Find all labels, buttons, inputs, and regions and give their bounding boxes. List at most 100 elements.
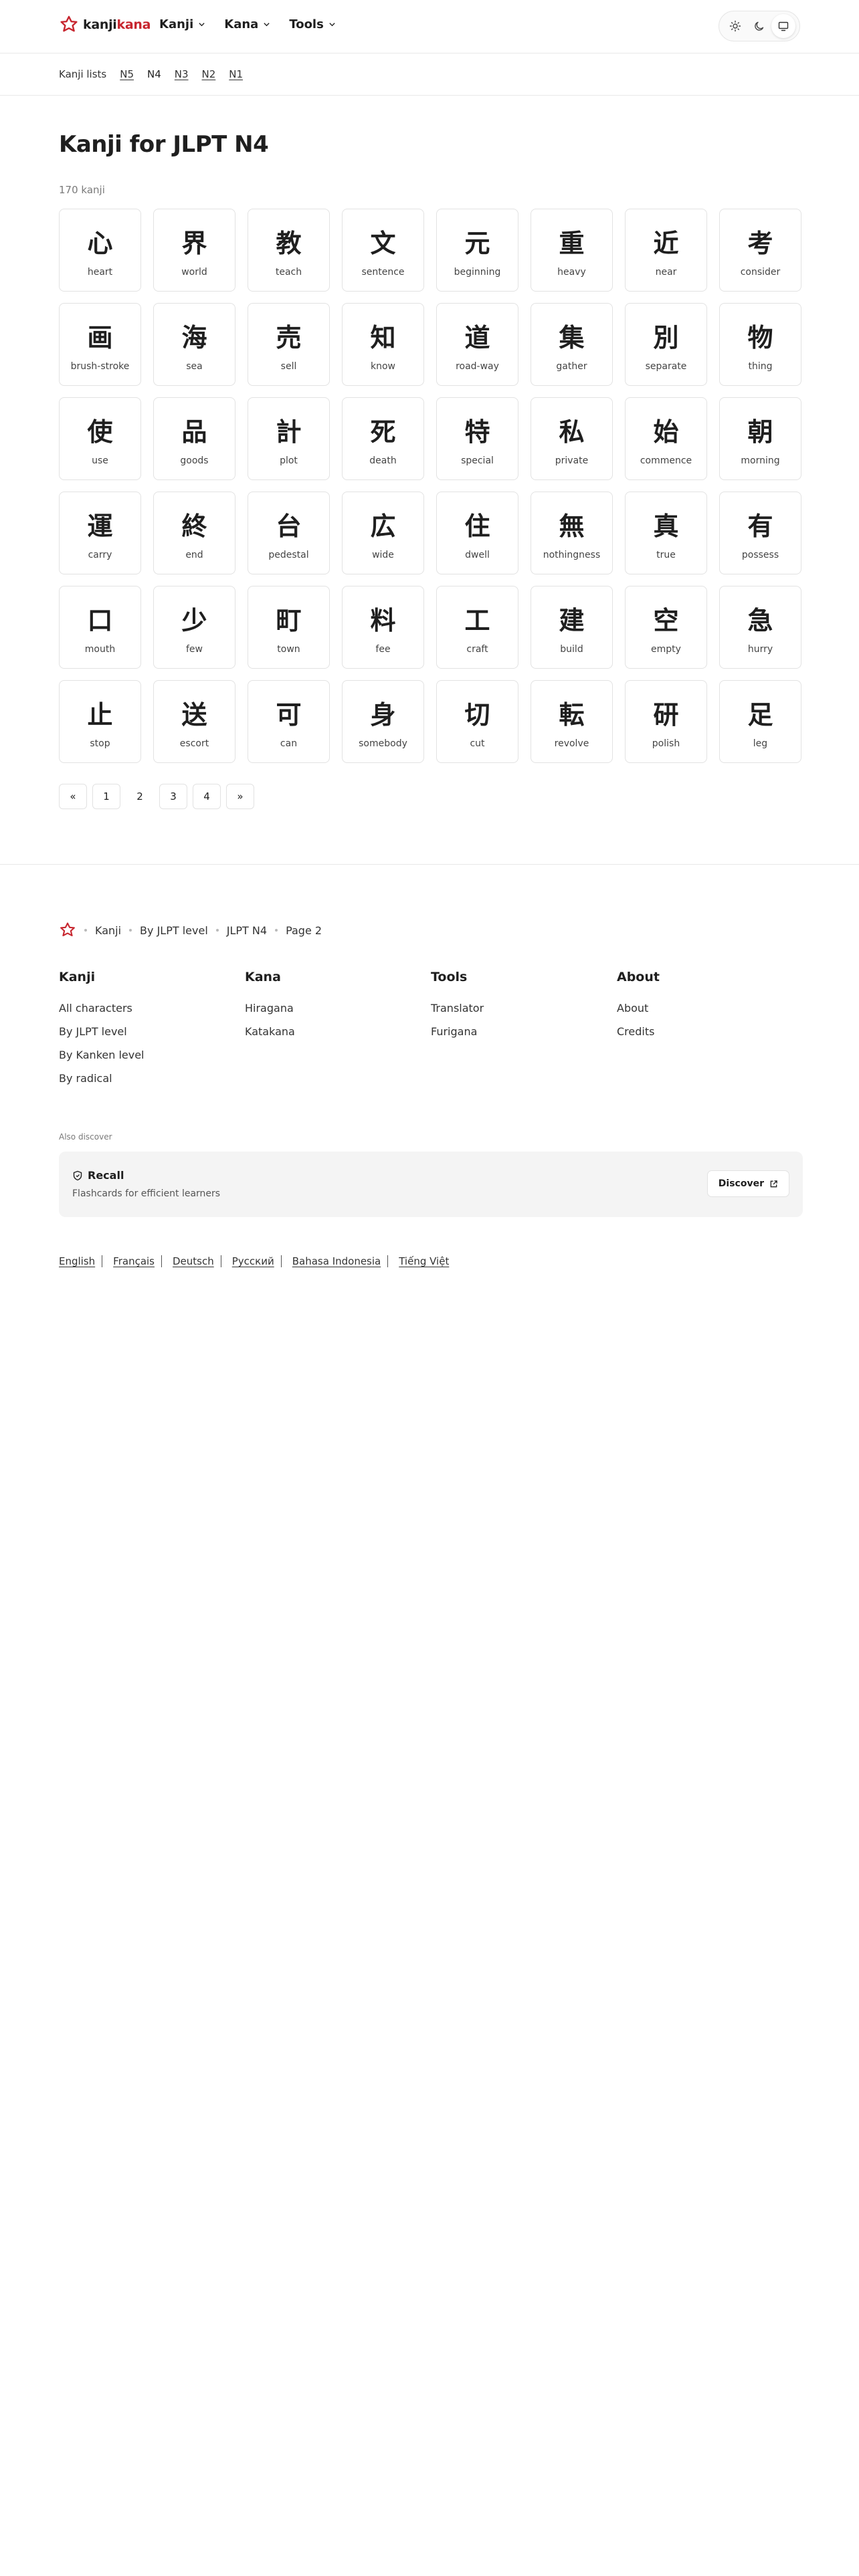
kanji-card-consider[interactable]: 考 consider <box>719 209 801 292</box>
footer-link-by-jlpt-level[interactable]: By JLPT level <box>59 1025 245 1049</box>
kanji-card-world[interactable]: 界 world <box>153 209 235 292</box>
nav-tools-menu[interactable]: Tools <box>289 17 336 31</box>
pagination-page-2-current[interactable]: 2 <box>126 784 154 809</box>
kanji-card-polish[interactable]: 研 polish <box>625 680 707 763</box>
kanji-card-cut[interactable]: 切 cut <box>436 680 518 763</box>
breadcrumb-jlpt-n4[interactable]: JLPT N4 <box>227 924 267 937</box>
kanji-card-near[interactable]: 近 near <box>625 209 707 292</box>
pagination: « 1 2 3 4 » <box>59 784 254 809</box>
kanji-card-dwell[interactable]: 住 dwell <box>436 492 518 574</box>
system-theme-button[interactable] <box>771 14 795 38</box>
nav-tools-label: Tools <box>289 17 324 31</box>
kanji-card-craft[interactable]: 工 craft <box>436 586 518 669</box>
level-link-n1[interactable]: N1 <box>229 68 243 80</box>
kanji-card-empty[interactable]: 空 empty <box>625 586 707 669</box>
kanji-meaning: private <box>555 455 589 466</box>
kanji-card-commence[interactable]: 始 commence <box>625 397 707 480</box>
pagination-page-3[interactable]: 3 <box>159 784 187 809</box>
breadcrumb-by-jlpt-level[interactable]: By JLPT level <box>140 924 208 937</box>
kanji-card-build[interactable]: 建 build <box>531 586 613 669</box>
kanji-card-can[interactable]: 可 can <box>248 680 330 763</box>
footer-link-credits[interactable]: Credits <box>617 1025 803 1049</box>
site-logo[interactable]: kanjikana <box>59 15 151 35</box>
flower-logo-icon[interactable] <box>59 922 76 939</box>
level-link-n4[interactable]: N4 <box>147 68 161 80</box>
pagination-prev-button[interactable]: « <box>59 784 87 809</box>
kanji-card-special[interactable]: 特 special <box>436 397 518 480</box>
level-link-n3[interactable]: N3 <box>175 68 189 80</box>
kanji-card-road-way[interactable]: 道 road-way <box>436 303 518 386</box>
light-theme-button[interactable] <box>723 14 747 38</box>
kanji-card-mouth[interactable]: 口 mouth <box>59 586 141 669</box>
language-link-ti-ng-vi-t[interactable]: Tiếng Việt <box>399 1255 449 1267</box>
kanji-card-heart[interactable]: 心 heart <box>59 209 141 292</box>
language-link-english[interactable]: English <box>59 1255 95 1267</box>
discover-label: Discover <box>718 1178 764 1189</box>
kanji-card-stop[interactable]: 止 stop <box>59 680 141 763</box>
kanji-card-few[interactable]: 少 few <box>153 586 235 669</box>
kanji-card-beginning[interactable]: 元 beginning <box>436 209 518 292</box>
language-link-fran-ais[interactable]: Français <box>113 1255 155 1267</box>
kanji-character: 心 <box>87 229 113 258</box>
kanji-card-plot[interactable]: 計 plot <box>248 397 330 480</box>
breadcrumb-kanji[interactable]: Kanji <box>95 924 121 937</box>
kanji-card-sell[interactable]: 売 sell <box>248 303 330 386</box>
kanji-card-town[interactable]: 町 town <box>248 586 330 669</box>
kanji-card-wide[interactable]: 広 wide <box>342 492 424 574</box>
kanji-meaning: nothingness <box>543 550 601 560</box>
footer-link-by-radical[interactable]: By radical <box>59 1072 245 1095</box>
nav-kanji-menu[interactable]: Kanji <box>159 17 205 31</box>
kanji-meaning: fee <box>375 644 391 655</box>
kanji-card-leg[interactable]: 足 leg <box>719 680 801 763</box>
kanji-card-end[interactable]: 終 end <box>153 492 235 574</box>
level-link-n5[interactable]: N5 <box>120 68 134 80</box>
sun-icon <box>729 20 741 32</box>
kanji-card-teach[interactable]: 教 teach <box>248 209 330 292</box>
kanji-card-sea[interactable]: 海 sea <box>153 303 235 386</box>
kanji-card-pedestal[interactable]: 台 pedestal <box>248 492 330 574</box>
kanji-card-sentence[interactable]: 文 sentence <box>342 209 424 292</box>
kanji-card-possess[interactable]: 有 possess <box>719 492 801 574</box>
kanji-card-nothingness[interactable]: 無 nothingness <box>531 492 613 574</box>
dark-theme-button[interactable] <box>747 14 771 38</box>
kanji-card-escort[interactable]: 送 escort <box>153 680 235 763</box>
kanji-card-brush-stroke[interactable]: 画 brush-stroke <box>59 303 141 386</box>
footer-link-about[interactable]: About <box>617 1002 803 1025</box>
kanji-card-private[interactable]: 私 private <box>531 397 613 480</box>
footer-link-hiragana[interactable]: Hiragana <box>245 1002 431 1025</box>
kanji-meaning: heavy <box>557 267 586 278</box>
kanji-character: 元 <box>464 229 490 258</box>
pagination-page-1[interactable]: 1 <box>92 784 120 809</box>
language-link-lang-3[interactable]: Русский <box>232 1255 274 1267</box>
footer-link-by-kanken-level[interactable]: By Kanken level <box>59 1049 245 1072</box>
kanji-card-use[interactable]: 使 use <box>59 397 141 480</box>
kanji-card-gather[interactable]: 集 gather <box>531 303 613 386</box>
pagination-page-4[interactable]: 4 <box>193 784 221 809</box>
kanji-card-morning[interactable]: 朝 morning <box>719 397 801 480</box>
kanji-character: 重 <box>559 229 585 258</box>
kanji-card-thing[interactable]: 物 thing <box>719 303 801 386</box>
recall-promo-card: Recall Flashcards for efficient learners… <box>59 1152 803 1217</box>
nav-kana-menu[interactable]: Kana <box>224 17 270 31</box>
pagination-next-button[interactable]: » <box>226 784 254 809</box>
kanji-card-fee[interactable]: 料 fee <box>342 586 424 669</box>
footer-link-all-characters[interactable]: All characters <box>59 1002 245 1025</box>
footer-link-translator[interactable]: Translator <box>431 1002 617 1025</box>
level-link-n2[interactable]: N2 <box>202 68 216 80</box>
kanji-card-hurry[interactable]: 急 hurry <box>719 586 801 669</box>
kanji-lists-subnav: Kanji lists N5 N4 N3 N2 N1 <box>0 53 859 96</box>
discover-button[interactable]: Discover <box>706 1170 789 1197</box>
kanji-card-death[interactable]: 死 death <box>342 397 424 480</box>
kanji-card-separate[interactable]: 別 separate <box>625 303 707 386</box>
kanji-card-carry[interactable]: 運 carry <box>59 492 141 574</box>
kanji-card-heavy[interactable]: 重 heavy <box>531 209 613 292</box>
kanji-card-revolve[interactable]: 転 revolve <box>531 680 613 763</box>
language-link-bahasa-indonesia[interactable]: Bahasa Indonesia <box>292 1255 381 1267</box>
kanji-card-somebody[interactable]: 身 somebody <box>342 680 424 763</box>
language-link-deutsch[interactable]: Deutsch <box>173 1255 214 1267</box>
footer-link-furigana[interactable]: Furigana <box>431 1025 617 1049</box>
footer-link-katakana[interactable]: Katakana <box>245 1025 431 1049</box>
kanji-card-goods[interactable]: 品 goods <box>153 397 235 480</box>
kanji-card-know[interactable]: 知 know <box>342 303 424 386</box>
kanji-card-true[interactable]: 真 true <box>625 492 707 574</box>
